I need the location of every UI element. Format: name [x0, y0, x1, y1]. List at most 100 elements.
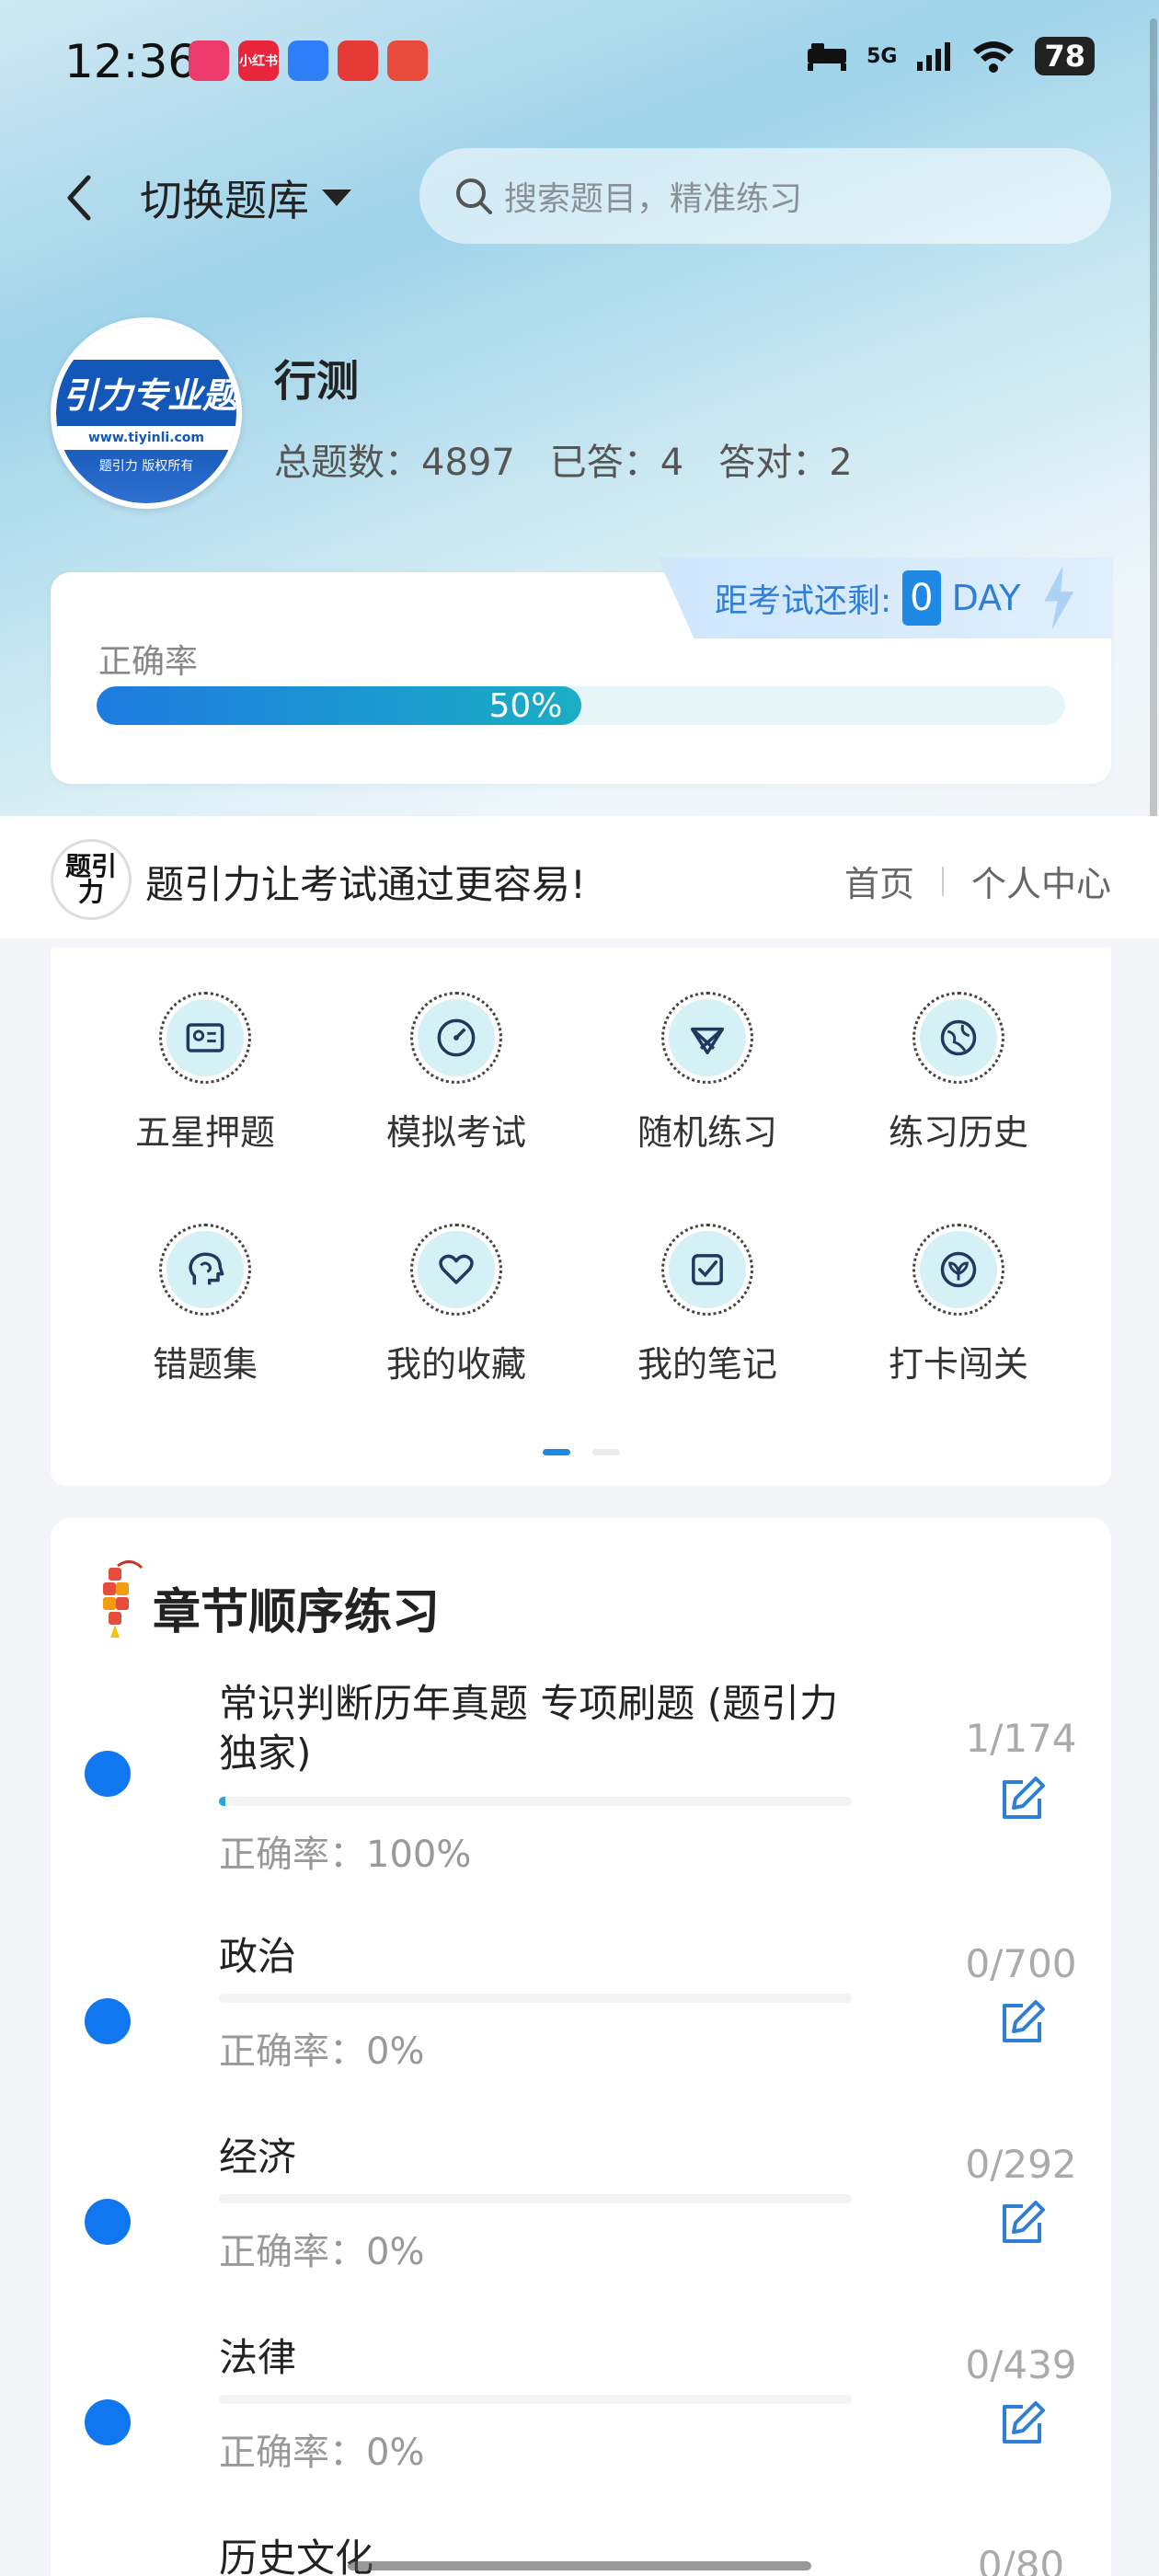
page-indicator	[543, 1449, 620, 1455]
link-home[interactable]: 首页	[844, 856, 914, 906]
chapter-status-dot	[85, 2199, 131, 2245]
page-dot[interactable]	[592, 1449, 620, 1455]
chapter-section	[51, 1518, 1111, 2576]
app-icon-4	[338, 40, 378, 81]
search-placeholder: 搜索题目，精准练习	[504, 180, 803, 218]
system-icons: 5G 78	[806, 37, 1095, 75]
accuracy-progress-bar: 50%	[97, 686, 1065, 725]
chapter-title[interactable]: 法律	[219, 2333, 863, 2383]
chapter-count: 0/292	[965, 2142, 1077, 2187]
exam-countdown-label: 距考试还剩:	[715, 582, 892, 620]
lightning-icon	[1044, 566, 1074, 630]
back-button[interactable]	[51, 166, 106, 230]
link-profile[interactable]: 个人中心	[971, 856, 1111, 906]
avatar-brand-text: 引力专业题	[62, 375, 237, 416]
exam-countdown: 距考试还剩: 0 DAY	[658, 558, 1113, 638]
grid-item-3[interactable]: 随机练习	[606, 992, 809, 1157]
chevron-left-icon	[67, 175, 91, 221]
site-links: 首页 个人中心	[844, 856, 1111, 906]
id-card-icon	[186, 1023, 224, 1052]
site-logo: 题引力	[51, 839, 132, 920]
shuffle-icon	[690, 1027, 725, 1055]
chapter-title[interactable]: 政治	[219, 1932, 863, 1982]
bed-icon	[808, 43, 847, 71]
avatar-copyright: 题引力 版权所有	[98, 459, 194, 474]
chapter-progress-bar	[219, 2194, 852, 2203]
chapter-progress-bar	[219, 1797, 852, 1806]
accuracy-label: 正确率	[98, 643, 199, 681]
chapter-progress-fill	[219, 1797, 225, 1806]
switch-question-bank[interactable]: 切换题库	[140, 166, 351, 230]
status-time: 12:36	[64, 35, 198, 88]
signal-icon	[917, 42, 951, 71]
app-icon-2: 小红书	[238, 40, 279, 81]
accuracy-progress-fill: 50%	[97, 686, 581, 725]
correct-count: 答对：2	[718, 442, 853, 484]
chapter-status-dot	[85, 1998, 131, 2044]
bank-stats: 总题数：4897 已答：4 答对：2	[274, 432, 853, 486]
grid-item-8[interactable]: 打卡闯关	[857, 1224, 1060, 1389]
edit-icon[interactable]	[995, 1773, 1049, 1826]
speedometer-icon	[437, 1018, 476, 1057]
function-grid: 五星押题 模拟考试 随机练习 练习历史错题集 我的收藏 我的笔记 打卡闯关	[51, 948, 1111, 1486]
status-bar: 12:36 小红书 5G 78	[0, 0, 1159, 129]
grid-item-5[interactable]: 错题集	[104, 1224, 306, 1389]
chapter-progress-bar	[219, 2395, 852, 2404]
chapter-accuracy: 正确率：0%	[219, 2231, 425, 2273]
chapter-count: 0/439	[965, 2342, 1077, 2387]
avatar-url: www.tiyinli.com	[56, 426, 236, 450]
chapter-accuracy: 正确率：0%	[219, 2432, 425, 2474]
bank-avatar: 引力专业题 www.tiyinli.com 题引力 版权所有	[51, 317, 242, 509]
scrollbar[interactable]	[1150, 18, 1157, 828]
grid-item-6[interactable]: 我的收藏	[355, 1224, 557, 1389]
search-input[interactable]: 搜索题目，精准练习	[419, 148, 1111, 244]
search-icon	[456, 178, 492, 214]
total-questions: 总题数：4897	[274, 442, 515, 484]
site-slogan: 题引力让考试通过更容易!	[145, 862, 586, 907]
heart-icon	[439, 1254, 474, 1284]
grid-item-label: 我的笔记	[637, 1344, 777, 1385]
chapter-status-dot	[85, 1751, 131, 1797]
chapter-status-dot	[85, 2399, 131, 2445]
network-type: 5G	[866, 44, 898, 68]
chapter-progress-bar	[219, 1994, 852, 2003]
chapter-section-title: 章节顺序练习	[153, 1585, 441, 1640]
caret-down-icon	[322, 190, 351, 206]
chapter-title[interactable]: 经济	[219, 2133, 863, 2182]
firecracker-icon	[103, 1560, 143, 1638]
edit-icon[interactable]	[995, 2197, 1049, 2250]
accuracy-percent: 50%	[488, 686, 563, 725]
chapter-accuracy: 正确率：0%	[219, 2030, 425, 2073]
note-check-icon	[692, 1254, 723, 1285]
app-icon-1	[189, 40, 229, 81]
globe-icon	[940, 1019, 977, 1056]
home-indicator[interactable]	[348, 2561, 811, 2570]
switch-bank-label: 切换题库	[140, 176, 309, 225]
chapter-title[interactable]: 常识判断历年真题 专项刷题 (题引力独家)	[219, 1679, 863, 1778]
chapter-accuracy: 正确率：100%	[219, 1834, 472, 1876]
edit-icon[interactable]	[995, 2398, 1049, 2451]
edit-icon[interactable]	[995, 1996, 1049, 2050]
grid-item-label: 我的收藏	[385, 1344, 526, 1385]
bank-title: 行测	[274, 356, 359, 406]
app-icon-5	[387, 40, 428, 81]
notification-app-icons: 小红书	[189, 40, 428, 81]
page-dot-active[interactable]	[543, 1449, 570, 1455]
exam-days: 0	[902, 570, 941, 626]
chapter-count: 0/80	[977, 2543, 1065, 2576]
grid-item-label: 模拟考试	[385, 1112, 526, 1153]
grid-item-7[interactable]: 我的笔记	[606, 1224, 809, 1389]
answered-count: 已答：4	[549, 442, 684, 484]
grid-item-label: 随机练习	[637, 1112, 777, 1153]
grid-item-4[interactable]: 练习历史	[857, 992, 1060, 1157]
exam-unit: DAY	[951, 578, 1021, 618]
grid-item-1[interactable]: 五星押题	[104, 992, 306, 1157]
leaf-icon	[940, 1251, 977, 1288]
battery-level: 78	[1035, 37, 1095, 75]
grid-item-2[interactable]: 模拟考试	[355, 992, 557, 1157]
grid-item-label: 打卡闯关	[888, 1344, 1028, 1385]
chapter-count: 1/174	[965, 1716, 1077, 1761]
head-icon	[189, 1252, 224, 1285]
chapter-count: 0/700	[965, 1941, 1077, 1986]
link-divider	[941, 866, 944, 896]
